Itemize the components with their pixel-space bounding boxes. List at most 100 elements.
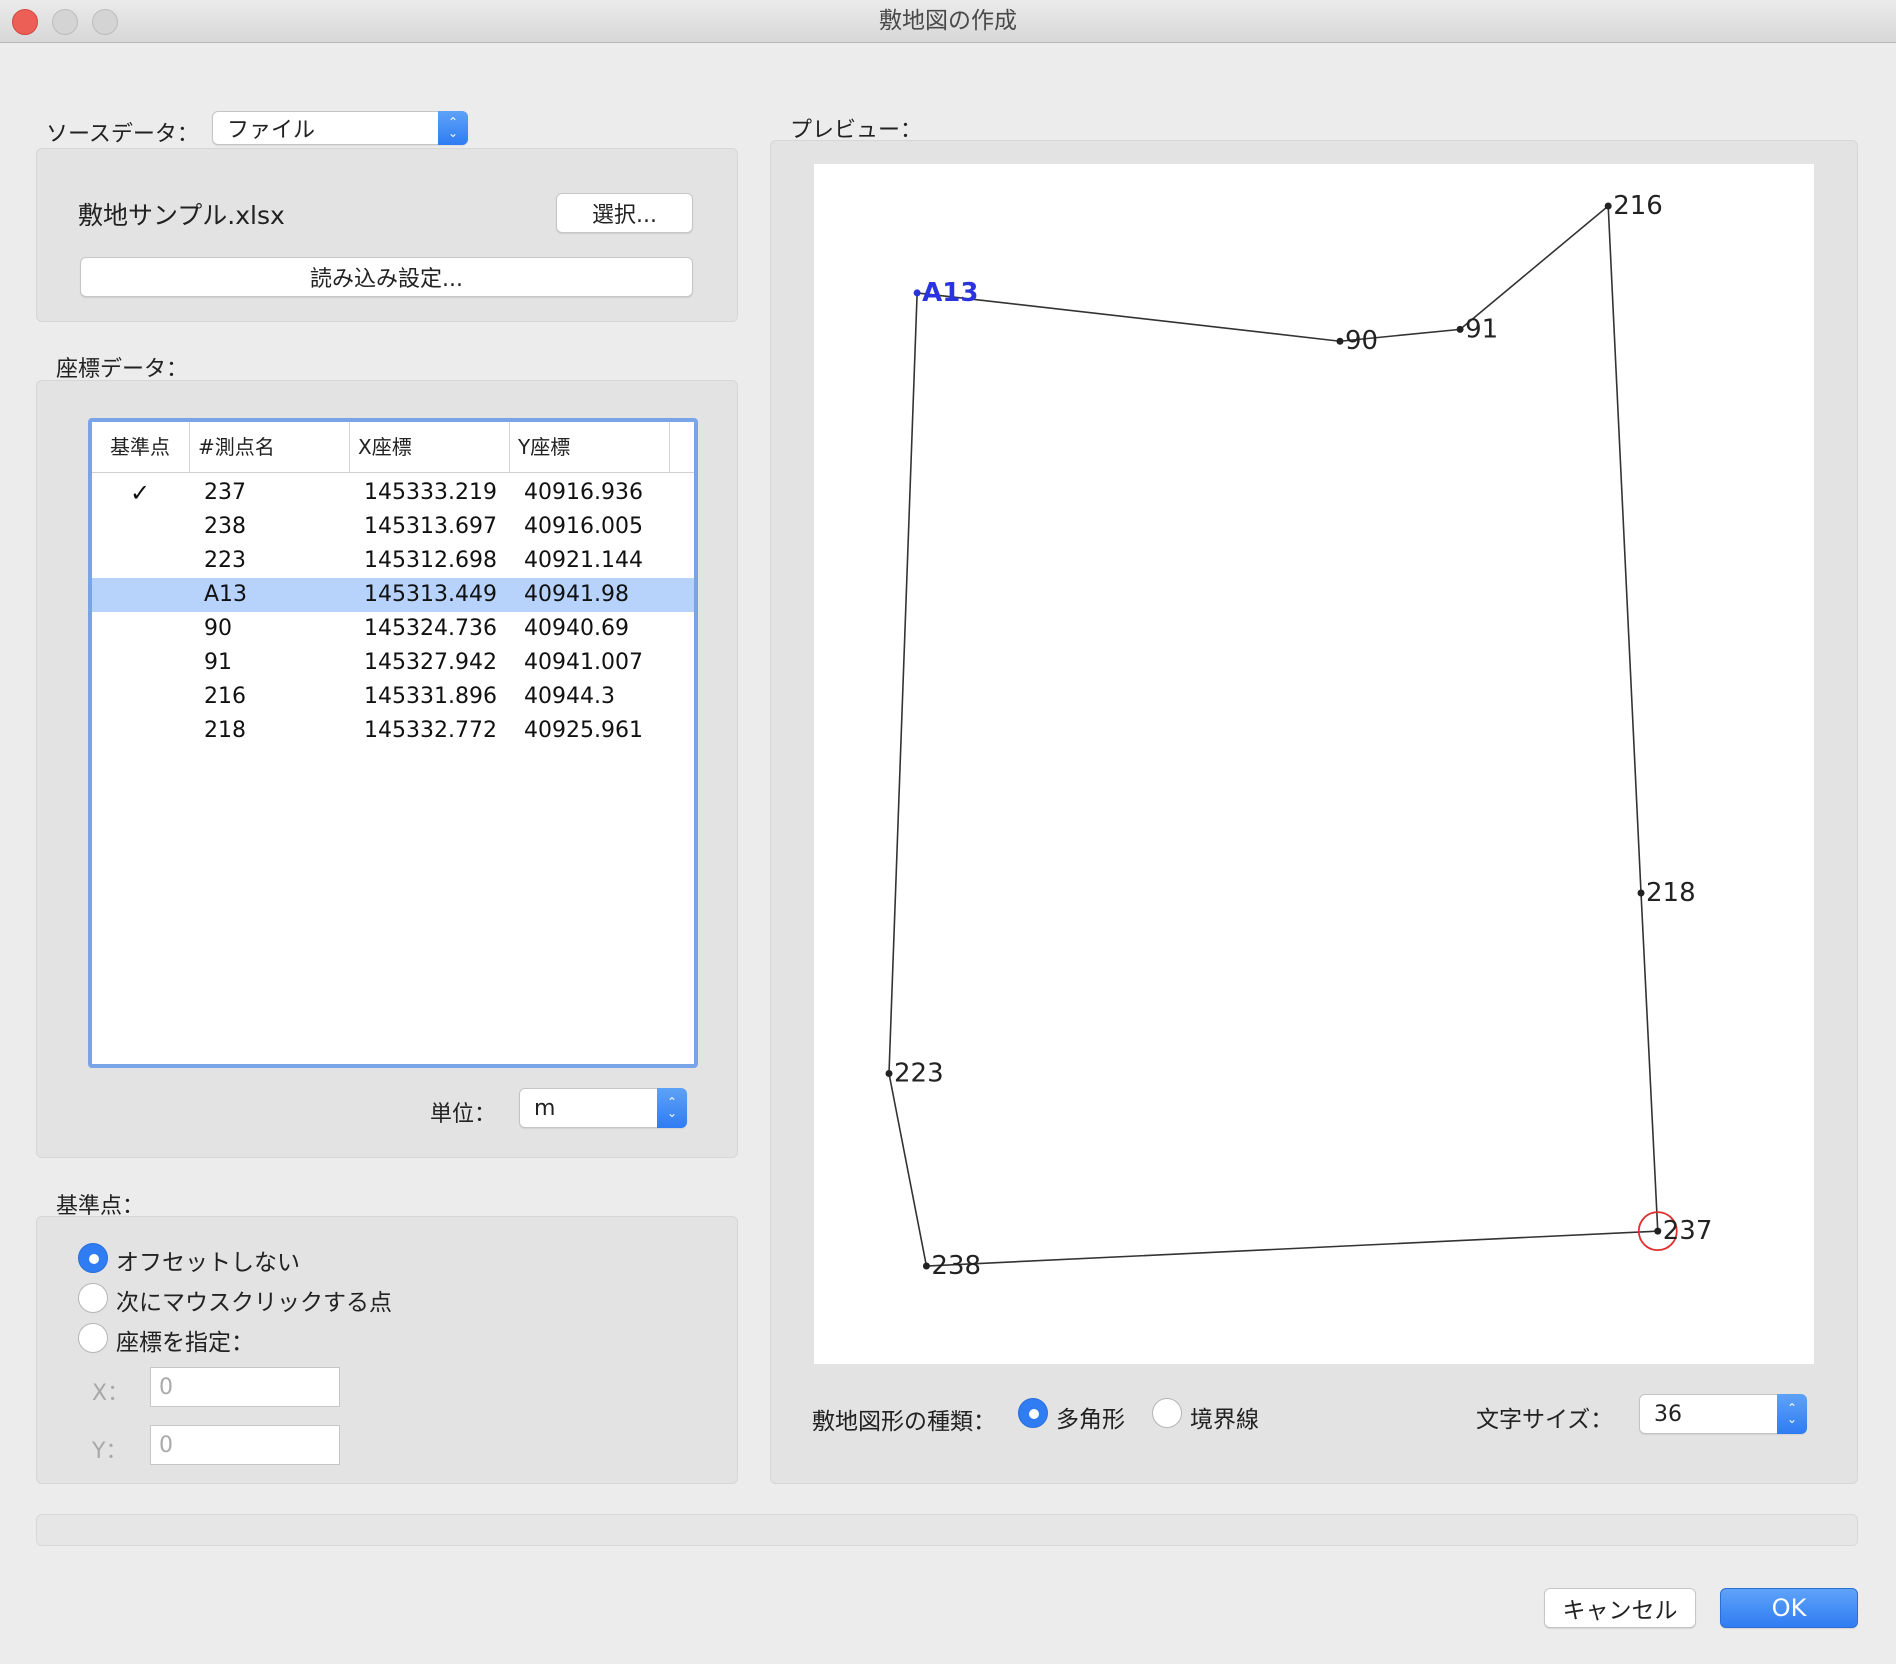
survey-point-label: 90 <box>1345 326 1378 356</box>
cell-point-name: 90 <box>204 616 232 641</box>
unit-popup-value: m <box>534 1095 556 1121</box>
site-map-canvas[interactable]: 237 238 223 A13 90 91 216 218 <box>814 164 1814 1364</box>
cell-y: 40944.3 <box>524 684 615 709</box>
survey-point-label: 216 <box>1613 191 1663 221</box>
file-name: 敷地サンプル.xlsx <box>78 201 285 230</box>
cell-point-name: A13 <box>204 582 248 607</box>
table-row[interactable]: 91 145327.942 40941.007 <box>92 646 694 680</box>
radio-button[interactable] <box>1152 1398 1182 1428</box>
radio-label: 境界線 <box>1190 1407 1259 1433</box>
table-row[interactable]: ✓ 237 145333.219 40916.936 <box>92 476 694 510</box>
radio-button[interactable] <box>78 1283 108 1313</box>
table-row[interactable]: 238 145313.697 40916.005 <box>92 510 694 544</box>
y-field-label: Y： <box>92 1439 128 1464</box>
radio-label: 座標を指定： <box>116 1330 254 1356</box>
column-header-y[interactable]: Y座標 <box>510 422 670 472</box>
select-file-button[interactable]: 選択... <box>556 193 693 233</box>
source-data-popup[interactable]: ファイル ⌃ ⌄ <box>212 111 468 145</box>
radio-boundary-line[interactable]: 境界線 <box>1152 1398 1272 1433</box>
radio-label: 次にマウスクリックする点 <box>116 1290 392 1316</box>
cell-x: 145313.697 <box>364 514 497 539</box>
coordinate-table[interactable]: 基準点 #測点名 X座標 Y座標 ✓ 237 145333.219 40916.936… <box>88 418 698 1068</box>
radio-button[interactable] <box>1018 1398 1048 1428</box>
cell-base-point: ✓ <box>130 479 151 507</box>
unit-label: 単位： <box>430 1102 497 1127</box>
radio-polygon[interactable]: 多角形 <box>1018 1398 1138 1433</box>
cell-y: 40916.005 <box>524 514 643 539</box>
cell-point-name: 238 <box>204 514 246 539</box>
shape-type-label: 敷地図形の種類： <box>812 1409 996 1435</box>
cell-x: 145324.736 <box>364 616 497 641</box>
cell-x: 145313.449 <box>364 582 497 607</box>
radio-button[interactable] <box>78 1323 108 1353</box>
cancel-button[interactable]: キャンセル <box>1544 1588 1696 1628</box>
survey-point[interactable] <box>1336 337 1344 345</box>
cell-y: 40941.98 <box>524 582 629 607</box>
radio-next-click-point[interactable]: 次にマウスクリックする点 <box>78 1281 438 1316</box>
title-bar: 敷地図の作成 <box>0 0 1896 43</box>
survey-point-label: 223 <box>894 1058 944 1088</box>
dialog-window: 敷地図の作成 ソースデータ： ファイル ⌃ ⌄ 敷地サンプル.xlsx 選択...… <box>0 0 1896 1664</box>
progress-bar <box>36 1514 1858 1546</box>
y-coordinate-input[interactable]: 0 <box>150 1425 340 1465</box>
cell-x: 145331.896 <box>364 684 497 709</box>
cell-point-name: 216 <box>204 684 246 709</box>
popup-stepper-icon: ⌃ ⌄ <box>657 1088 687 1128</box>
table-row[interactable]: 90 145324.736 40940.69 <box>92 612 694 646</box>
radio-button[interactable] <box>78 1243 108 1273</box>
column-header-base[interactable]: 基準点 <box>92 422 190 472</box>
coord-data-label: 座標データ： <box>56 357 189 382</box>
column-header-name[interactable]: #測点名 <box>190 422 350 472</box>
font-size-popup[interactable]: 36 ⌃ ⌄ <box>1639 1394 1807 1434</box>
radio-label: オフセットしない <box>116 1250 300 1276</box>
source-data-label: ソースデータ： <box>46 122 199 147</box>
ok-button[interactable]: OK <box>1720 1588 1858 1628</box>
popup-stepper-icon: ⌃ ⌄ <box>438 111 468 145</box>
survey-point[interactable] <box>913 289 921 297</box>
table-row[interactable]: 218 145332.772 40925.961 <box>92 714 694 748</box>
x-field-label: X： <box>92 1381 130 1406</box>
column-header-x[interactable]: X座標 <box>350 422 510 472</box>
site-map-preview[interactable]: 237 238 223 A13 90 91 216 218 <box>814 164 1814 1364</box>
import-settings-button[interactable]: 読み込み設定... <box>80 257 693 297</box>
survey-point-label: 237 <box>1663 1216 1713 1246</box>
cell-point-name: 218 <box>204 718 246 743</box>
survey-point[interactable] <box>1654 1227 1662 1235</box>
cell-x: 145327.942 <box>364 650 497 675</box>
cell-point-name: 91 <box>204 650 232 675</box>
survey-point[interactable] <box>1604 202 1612 210</box>
table-header: 基準点 #測点名 X座標 Y座標 <box>92 422 694 473</box>
x-coordinate-input[interactable]: 0 <box>150 1367 340 1407</box>
radio-no-offset[interactable]: オフセットしない <box>78 1241 398 1276</box>
cell-y: 40940.69 <box>524 616 629 641</box>
cell-y: 40916.936 <box>524 480 643 505</box>
cell-x: 145312.698 <box>364 548 497 573</box>
table-row[interactable]: 223 145312.698 40921.144 <box>92 544 694 578</box>
window-title: 敷地図の作成 <box>879 8 1017 34</box>
font-size-popup-value: 36 <box>1654 1401 1682 1427</box>
table-row[interactable]: A13 145313.449 40941.98 <box>92 578 694 612</box>
cell-point-name: 223 <box>204 548 246 573</box>
survey-point[interactable] <box>885 1069 893 1077</box>
source-data-popup-value: ファイル <box>227 118 316 143</box>
cell-point-name: 237 <box>204 480 246 505</box>
radio-specify-coords[interactable]: 座標を指定： <box>78 1321 338 1356</box>
survey-point[interactable] <box>1456 325 1464 333</box>
cell-x: 145333.219 <box>364 480 497 505</box>
font-size-label: 文字サイズ： <box>1476 1407 1614 1433</box>
cell-x: 145332.772 <box>364 718 497 743</box>
site-polygon <box>888 204 1659 1267</box>
table-row[interactable]: 216 145331.896 40944.3 <box>92 680 694 714</box>
survey-point-label: 238 <box>931 1251 981 1281</box>
cell-y: 40925.961 <box>524 718 643 743</box>
survey-point-label: A13 <box>922 278 978 308</box>
survey-point-label: 218 <box>1646 878 1696 908</box>
radio-label: 多角形 <box>1056 1407 1125 1433</box>
unit-popup[interactable]: m ⌃ ⌄ <box>519 1088 687 1128</box>
survey-point[interactable] <box>922 1262 930 1270</box>
popup-stepper-icon: ⌃ ⌄ <box>1777 1394 1807 1434</box>
survey-point[interactable] <box>1637 889 1645 897</box>
survey-point-label: 91 <box>1465 314 1498 344</box>
cell-y: 40921.144 <box>524 548 643 573</box>
cell-y: 40941.007 <box>524 650 643 675</box>
